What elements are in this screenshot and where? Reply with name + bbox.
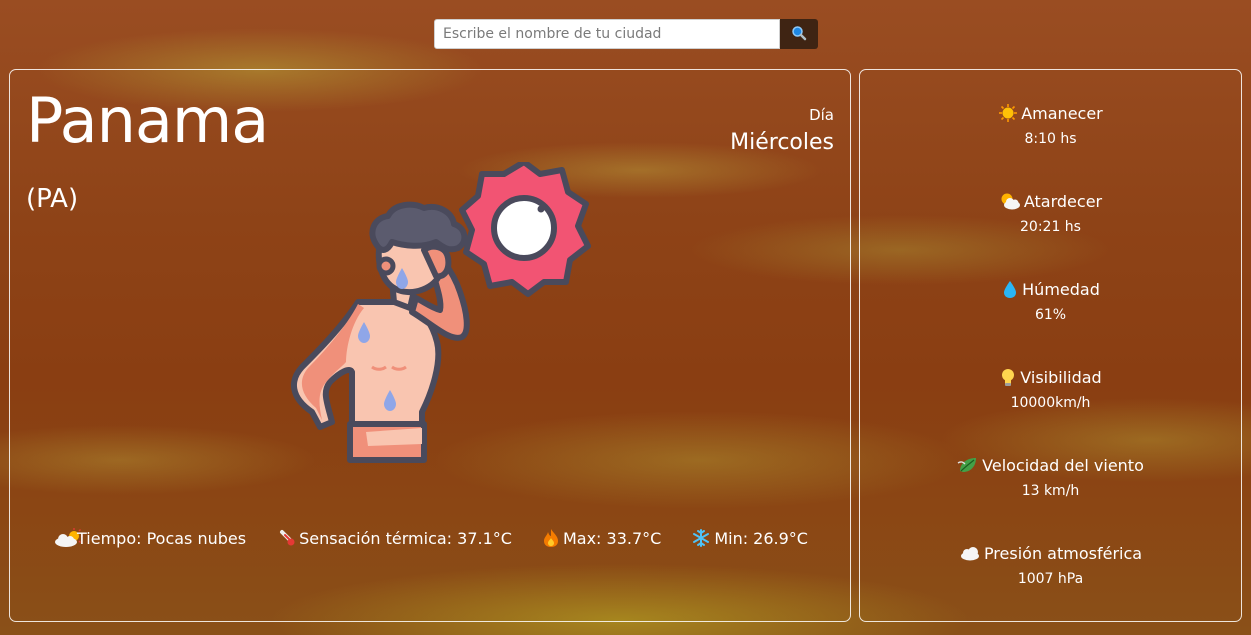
detail-amanecer-label: Amanecer [1021, 103, 1103, 123]
detail-viento-label: Velocidad del viento [982, 455, 1144, 475]
stat-sensacion-text: Sensación térmica: 37.1°C [299, 528, 512, 548]
detail-amanecer: Amanecer 8:10 hs [860, 103, 1241, 147]
detail-presion-value: 1007 hPa [1017, 571, 1084, 587]
stat-min-text: Min: 26.9°C [714, 528, 808, 548]
detail-visibilidad-label: Visibilidad [1020, 367, 1102, 387]
sun-behind-cloud-icon [999, 191, 1021, 211]
stat-tiempo-text: Tiempo: Pocas nubes [77, 528, 247, 548]
search-bar [434, 19, 818, 49]
detail-humedad-value: 61% [1034, 307, 1067, 323]
detail-viento: Velocidad del viento 13 km/h [860, 455, 1241, 499]
fire-icon [542, 528, 560, 548]
sun-badge-icon [459, 159, 591, 297]
search-button[interactable] [780, 19, 818, 49]
stat-tiempo: Tiempo: Pocas nubes [52, 528, 246, 548]
weather-details-panel: Amanecer 8:10 hs Atardecer 20:21 hs Húme… [859, 69, 1242, 622]
detail-humedad-label: Húmedad [1022, 279, 1100, 299]
lightbulb-icon [999, 367, 1017, 387]
leaf-wind-icon [957, 455, 979, 475]
detail-visibilidad-value: 10000km/h [1010, 395, 1091, 411]
city-search-input[interactable] [434, 19, 780, 49]
cloud-icon [959, 543, 981, 563]
detail-viento-value: 13 km/h [1021, 483, 1080, 499]
detail-humedad: Húmedad 61% [860, 279, 1241, 323]
snowflake-icon [691, 528, 711, 548]
sun-icon [998, 103, 1018, 123]
stat-max-text: Max: 33.7°C [562, 528, 662, 548]
city-name: Panama [26, 84, 269, 157]
detail-atardecer-label: Atardecer [1023, 191, 1103, 211]
sun-behind-cloud-icon [52, 528, 83, 548]
detail-atardecer: Atardecer 20:21 hs [860, 191, 1241, 235]
magnifier-icon [791, 25, 807, 44]
weather-stats-row: Tiempo: Pocas nubes Sensación térmica: 3… [10, 528, 850, 548]
detail-visibilidad: Visibilidad 10000km/h [860, 367, 1241, 411]
detail-presion: Presión atmosférica 1007 hPa [860, 543, 1241, 587]
day-label: Día [809, 106, 834, 124]
detail-atardecer-value: 20:21 hs [1020, 219, 1081, 235]
day-name: Miércoles [730, 130, 834, 155]
stat-sensacion: Sensación térmica: 37.1°C [276, 528, 512, 548]
stat-min: Min: 26.9°C [691, 528, 808, 548]
thermometer-icon [276, 528, 296, 548]
droplet-icon [1001, 279, 1019, 299]
hot-person-sun-illustration [272, 159, 592, 472]
current-weather-panel: Panama (PA) Día Miércoles Tiempo: Pocas … [9, 69, 851, 622]
detail-presion-label: Presión atmosférica [983, 543, 1143, 563]
country-code: (PA) [26, 184, 79, 214]
stat-max: Max: 33.7°C [542, 528, 661, 548]
detail-amanecer-value: 8:10 hs [1024, 131, 1077, 147]
